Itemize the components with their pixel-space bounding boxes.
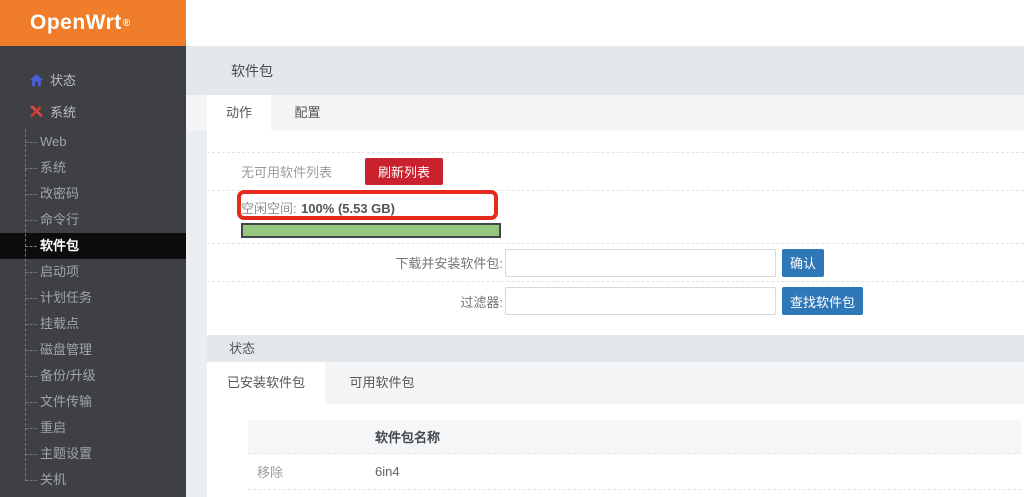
top-bar [186, 0, 1024, 46]
free-space-value: 100% (5.53 GB) [301, 201, 395, 216]
sidebar-subitem-change-password[interactable]: 改密码 [0, 181, 186, 207]
package-name-column-header: 软件包名称 [375, 427, 1021, 446]
installed-packages-panel: 软件包名称 移除 6in4 [207, 404, 1024, 497]
actions-tab-strip: 动作 配置 [186, 95, 1024, 131]
sidebar-subitem-software-packages[interactable]: 软件包 [0, 233, 186, 259]
packages-tab-strip: 已安装软件包 可用软件包 [207, 362, 1024, 404]
free-space-label: 空闲空间: [241, 201, 297, 216]
sidebar-subitem-web[interactable]: Web [0, 129, 186, 155]
download-install-label: 下载并安装软件包: [241, 253, 503, 272]
brand-logo-text: OpenWrt [30, 11, 122, 35]
free-space-progressbar [241, 223, 501, 238]
sidebar-subitem-theme-settings[interactable]: 主题设置 [0, 441, 186, 467]
sidebar-item-label: 状态 [50, 68, 76, 94]
sidebar-subitem-startup[interactable]: 启动项 [0, 259, 186, 285]
sidebar-subitem-scheduled-tasks[interactable]: 计划任务 [0, 285, 186, 311]
remove-package-action[interactable]: 移除 [248, 462, 375, 481]
tools-icon [29, 105, 44, 120]
actions-panel: 无可用软件列表 刷新列表 空闲空间: 100% (5.53 GB) 下载并安装软… [207, 131, 1024, 335]
free-space-fill [243, 225, 499, 236]
tab-available-packages[interactable]: 可用软件包 [329, 362, 434, 404]
ok-button[interactable]: 确认 [782, 249, 824, 277]
home-icon [29, 73, 44, 88]
registered-mark: ® [123, 18, 130, 29]
sidebar-system-submenu: Web 系统 改密码 命令行 软件包 启动项 计划任务 挂载点 磁盘管理 备份/… [0, 129, 186, 493]
find-packages-button[interactable]: 查找软件包 [782, 287, 863, 315]
filter-input[interactable] [505, 287, 776, 315]
packages-table: 软件包名称 移除 6in4 [248, 420, 1021, 490]
filter-row: 过滤器: 查找软件包 [207, 281, 1024, 326]
openwrt-admin-page: OpenWrt® 状态 系统 Web 系统 改密码 命令行 [0, 0, 1024, 497]
refresh-list-button[interactable]: 刷新列表 [365, 158, 443, 185]
brand-logo: OpenWrt® [0, 0, 186, 46]
packages-table-header: 软件包名称 [248, 420, 1021, 454]
sidebar-subitem-mount-points[interactable]: 挂载点 [0, 311, 186, 337]
sidebar: 状态 系统 Web 系统 改密码 命令行 软件包 启动项 计划任务 挂载点 磁盘… [0, 46, 186, 497]
sidebar-subitem-reboot[interactable]: 重启 [0, 415, 186, 441]
tab-actions[interactable]: 动作 [207, 95, 271, 131]
page-title-band: 软件包 [186, 46, 1024, 95]
sidebar-subitem-shutdown[interactable]: 关机 [0, 467, 186, 493]
status-section-title: 状态 [229, 341, 255, 356]
main-content: 软件包 动作 配置 无可用软件列表 刷新列表 空闲空间: 100% (5.53 … [186, 46, 1024, 497]
free-space-row: 空闲空间: 100% (5.53 GB) [207, 190, 1024, 243]
sidebar-subitem-file-transfer[interactable]: 文件传输 [0, 389, 186, 415]
sidebar-item-system[interactable]: 系统 [0, 100, 186, 126]
page-title: 软件包 [231, 61, 273, 81]
no-list-text: 无可用软件列表 [241, 162, 365, 181]
refresh-row: 无可用软件列表 刷新列表 [207, 152, 1024, 190]
status-section-band: 状态 [207, 335, 1024, 362]
sidebar-item-status[interactable]: 状态 [0, 68, 186, 94]
sidebar-item-label: 系统 [50, 100, 76, 126]
download-install-input[interactable] [505, 249, 776, 277]
table-row: 移除 6in4 [248, 454, 1021, 490]
sidebar-subitem-command-line[interactable]: 命令行 [0, 207, 186, 233]
tab-installed-packages[interactable]: 已安装软件包 [207, 362, 325, 404]
sidebar-subitem-disk-management[interactable]: 磁盘管理 [0, 337, 186, 363]
download-install-row: 下载并安装软件包: 确认 [207, 243, 1024, 281]
sidebar-subitem-backup-upgrade[interactable]: 备份/升级 [0, 363, 186, 389]
sidebar-subitem-system[interactable]: 系统 [0, 155, 186, 181]
tab-configuration[interactable]: 配置 [275, 95, 339, 131]
filter-label: 过滤器: [241, 292, 503, 311]
package-name: 6in4 [375, 464, 1021, 479]
